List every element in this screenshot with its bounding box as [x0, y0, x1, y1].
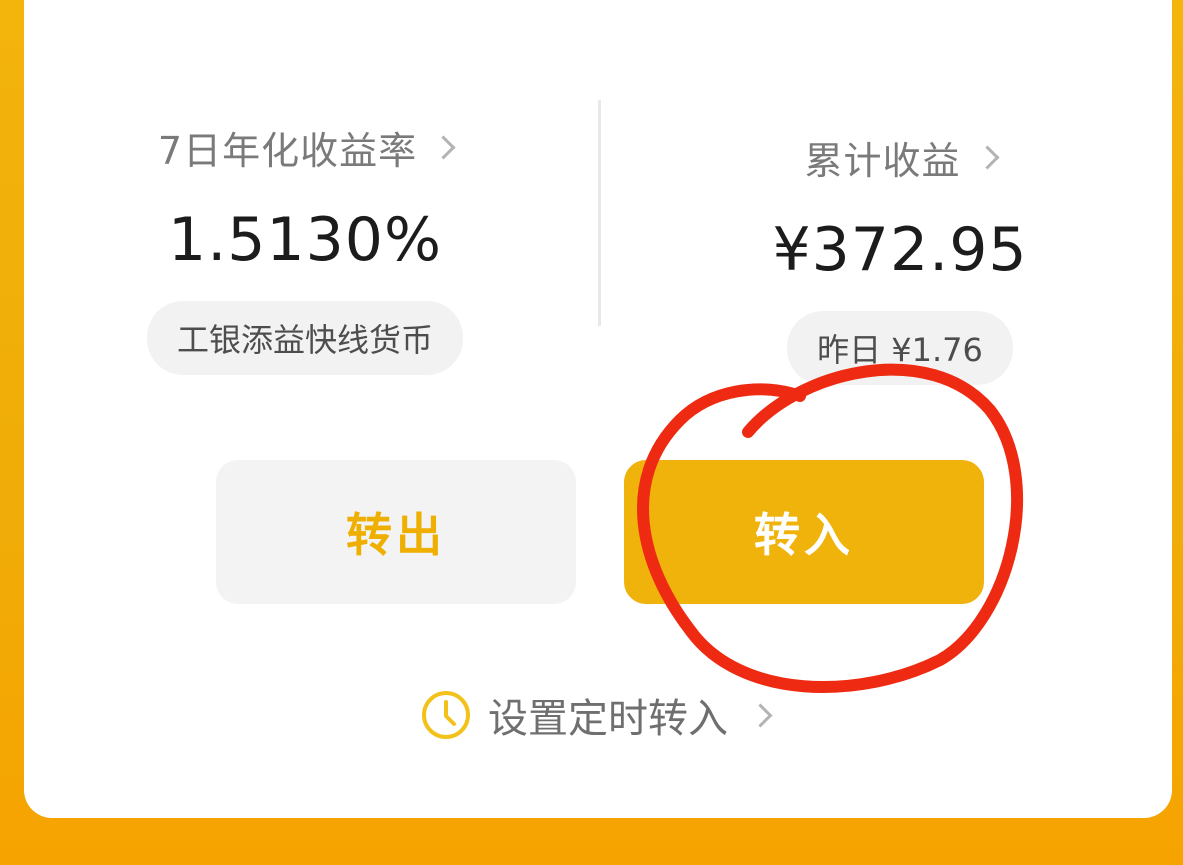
cumulative-earnings-label: 累计收益 [804, 139, 961, 183]
scheduled-transfer-link[interactable]: 设置定时转入 [420, 686, 773, 744]
clock-icon [422, 691, 470, 739]
cumulative-earnings-label-row[interactable]: 累计收益 [804, 130, 1000, 185]
scheduled-transfer-label: 设置定时转入 [488, 696, 728, 742]
chevron-right-icon [748, 702, 773, 728]
cumulative-earnings-stat[interactable]: 累计收益 ¥372.95 昨日 ¥1.76 [630, 130, 1170, 385]
stats-divider [598, 100, 601, 326]
annual-yield-value: 1.5130% [168, 205, 442, 275]
yesterday-earnings-pill: 昨日 ¥1.76 [787, 311, 1013, 385]
chevron-right-icon [431, 135, 456, 160]
chevron-right-icon [974, 145, 1000, 170]
transfer-in-button[interactable]: 转入 [624, 460, 984, 604]
fund-name-pill: 工银添益快线货币 [146, 301, 463, 375]
annual-yield-label: 7日年化收益率 [157, 129, 418, 173]
annual-yield-stat[interactable]: 7日年化收益率 1.5130% 工银添益快线货币 [110, 120, 500, 375]
transfer-out-button[interactable]: 转出 [216, 460, 576, 604]
annual-yield-label-row[interactable]: 7日年化收益率 [157, 120, 456, 175]
cumulative-earnings-value: ¥372.95 [772, 215, 1028, 285]
